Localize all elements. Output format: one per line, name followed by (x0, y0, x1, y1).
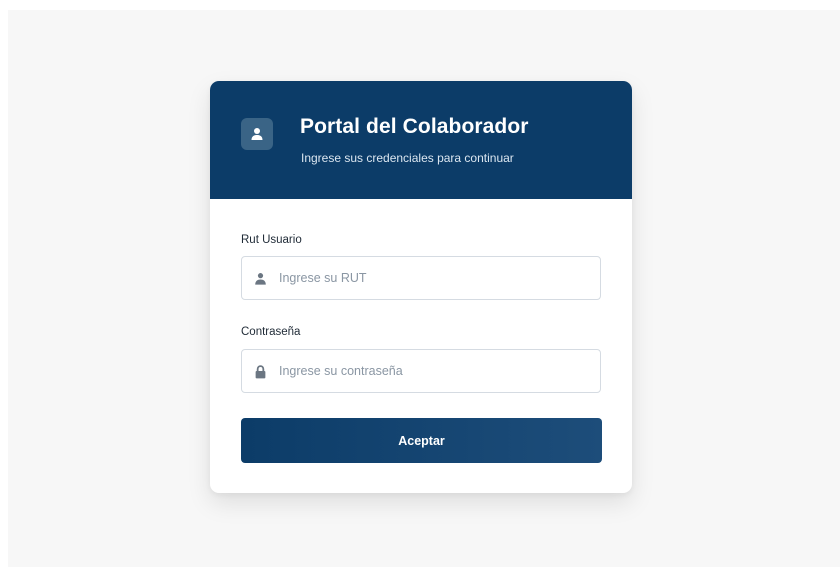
password-label: Contraseña (241, 326, 301, 338)
login-card: Portal del Colaborador Ingrese sus crede… (210, 81, 632, 493)
header-avatar (241, 118, 273, 150)
lock-icon (255, 365, 266, 379)
page-subtitle: Ingrese sus credenciales para continuar (301, 151, 514, 165)
rut-label: Rut Usuario (241, 234, 302, 246)
user-icon (255, 273, 266, 285)
rut-field[interactable] (241, 256, 601, 300)
password-field[interactable] (241, 349, 601, 393)
page-title: Portal del Colaborador (300, 115, 529, 138)
accept-button[interactable]: Aceptar (241, 418, 602, 463)
password-input[interactable] (279, 350, 589, 392)
page-background: Portal del Colaborador Ingrese sus crede… (8, 10, 840, 567)
user-icon (251, 128, 263, 140)
rut-input[interactable] (279, 257, 589, 299)
card-header: Portal del Colaborador Ingrese sus crede… (210, 81, 632, 199)
